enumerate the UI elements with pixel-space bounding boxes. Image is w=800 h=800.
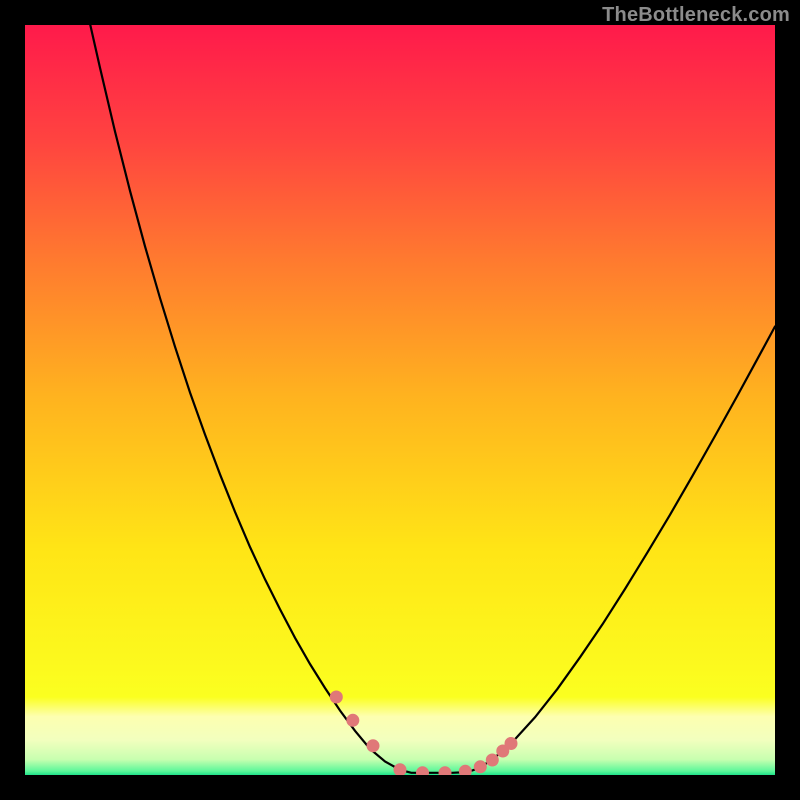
watermark: TheBottleneck.com <box>602 4 790 27</box>
curve-marker <box>474 760 487 773</box>
curve-marker <box>505 737 518 750</box>
curve-marker <box>346 714 359 727</box>
gradient-body <box>25 25 775 697</box>
curve-marker <box>486 754 499 767</box>
chart-svg <box>25 25 775 775</box>
curve-marker <box>330 691 343 704</box>
plot-area <box>25 25 775 775</box>
curve-marker <box>367 739 380 752</box>
chart-stage: TheBottleneck.com <box>0 0 800 800</box>
